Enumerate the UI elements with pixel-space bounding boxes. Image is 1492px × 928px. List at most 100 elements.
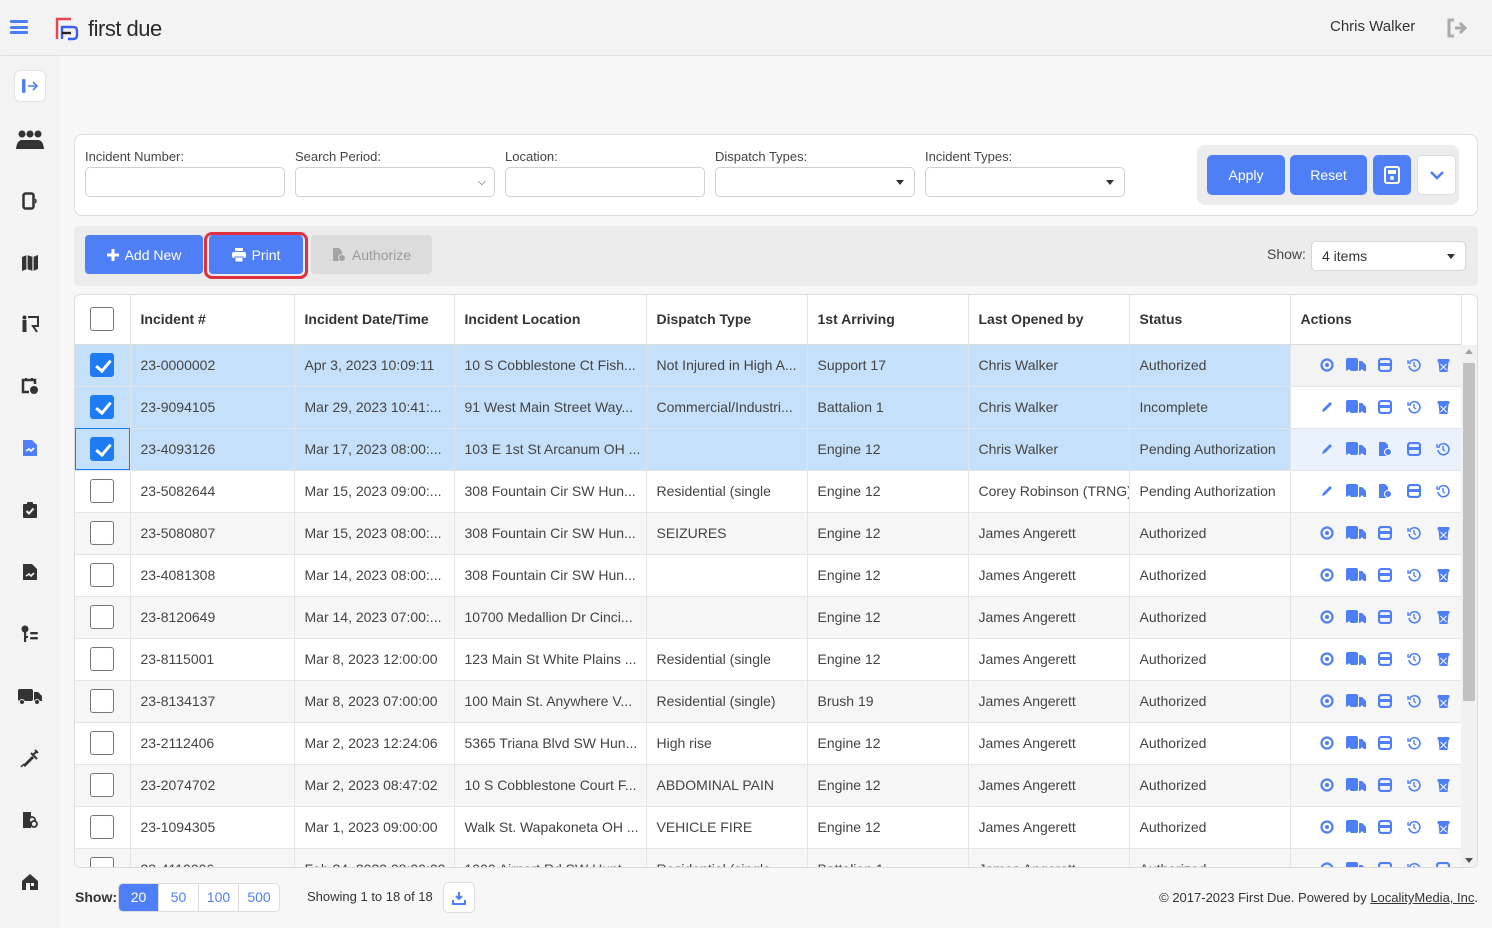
pencil-icon[interactable] (1313, 397, 1342, 417)
table-row[interactable]: 23-9094105 Mar 29, 2023 10:41:... 91 West … (75, 386, 1462, 429)
page-size-option[interactable]: 100 (199, 884, 239, 911)
table-row[interactable]: 23-0000002 Apr 3, 2023 10:09:11 10 S Cobbl… (75, 344, 1462, 387)
table-row[interactable]: 23-1094305 Mar 1, 2023 09:00:00 Walk St. W… (75, 806, 1462, 849)
trash-icon[interactable] (1429, 523, 1458, 543)
table-scrollbar[interactable] (1461, 345, 1477, 867)
search-period-select[interactable]: ⌵ (295, 167, 495, 197)
eye-icon[interactable] (1313, 607, 1342, 627)
select-all-checkbox[interactable] (90, 307, 114, 332)
column-header[interactable]: Last Opened by (968, 295, 1130, 345)
print-icon[interactable] (1371, 859, 1400, 867)
sidebar-toggle-button[interactable] (14, 70, 46, 102)
trash-icon[interactable] (1429, 355, 1458, 375)
sidebar-item-scheduling[interactable] (14, 370, 46, 402)
save-filter-button[interactable] (1373, 155, 1411, 195)
sidebar-item-training[interactable] (14, 308, 46, 340)
row-checkbox[interactable] (90, 647, 114, 671)
pencil-icon[interactable] (1313, 439, 1342, 459)
history-icon[interactable] (1400, 355, 1429, 375)
sidebar-item-devices[interactable] (14, 185, 46, 217)
trash-icon[interactable] (1429, 733, 1458, 753)
truck-icon[interactable] (1342, 397, 1371, 417)
table-row[interactable]: 23-5082644 Mar 15, 2023 09:00:... 308 Foun… (75, 470, 1462, 513)
print-icon[interactable] (1429, 859, 1458, 867)
export-button[interactable] (443, 882, 475, 913)
row-checkbox[interactable] (90, 437, 114, 461)
eye-icon[interactable] (1313, 817, 1342, 837)
apply-button[interactable]: Apply (1207, 155, 1285, 195)
row-checkbox[interactable] (90, 773, 114, 797)
file-check-icon[interactable] (1371, 439, 1400, 459)
history-icon[interactable] (1429, 439, 1458, 459)
table-row[interactable]: 23-2074702 Mar 2, 2023 08:47:02 10 S Cobbl… (75, 764, 1462, 807)
history-icon[interactable] (1400, 691, 1429, 711)
table-row[interactable]: 23-2112406 Mar 2, 2023 12:24:06 5365 Trian… (75, 722, 1462, 765)
table-row[interactable]: 23-4110006Feb 24, 2023 08:00:001000 Airp… (75, 848, 1462, 867)
trash-icon[interactable] (1429, 397, 1458, 417)
column-header[interactable]: Status (1129, 295, 1291, 345)
history-icon[interactable] (1400, 523, 1429, 543)
table-row[interactable]: 23-8115001 Mar 8, 2023 12:00:00 123 Main S… (75, 638, 1462, 681)
print-icon[interactable] (1400, 439, 1429, 459)
page-size-option[interactable]: 20 (119, 884, 159, 911)
table-row[interactable]: 23-8120649 Mar 14, 2023 07:00:... 10700 Me… (75, 596, 1462, 639)
eye-icon[interactable] (1313, 859, 1342, 867)
table-row[interactable]: 23-8134137 Mar 8, 2023 07:00:00 100 Main S… (75, 680, 1462, 723)
app-logo[interactable]: first due (55, 16, 162, 42)
trash-icon[interactable] (1429, 817, 1458, 837)
eye-icon[interactable] (1313, 775, 1342, 795)
truck-icon[interactable] (1342, 817, 1371, 837)
trash-icon[interactable] (1429, 775, 1458, 795)
eye-icon[interactable] (1313, 691, 1342, 711)
sidebar-item-documents[interactable] (14, 556, 46, 588)
eye-icon[interactable] (1313, 523, 1342, 543)
row-checkbox[interactable] (90, 815, 114, 839)
page-size-option[interactable]: 500 (239, 884, 279, 911)
history-icon[interactable] (1400, 733, 1429, 753)
truck-icon[interactable] (1342, 355, 1371, 375)
locality-media-link[interactable]: LocalityMedia, Inc (1370, 890, 1474, 905)
reset-button[interactable]: Reset (1290, 155, 1367, 195)
eye-icon[interactable] (1313, 355, 1342, 375)
logout-icon[interactable] (1446, 17, 1468, 39)
pencil-icon[interactable] (1313, 481, 1342, 501)
dispatch-types-select[interactable] (715, 167, 915, 197)
expand-filters-button[interactable] (1417, 155, 1456, 195)
hamburger-menu-icon[interactable] (10, 20, 28, 34)
history-icon[interactable] (1400, 397, 1429, 417)
truck-icon[interactable] (1342, 565, 1371, 585)
add-new-button[interactable]: Add New (85, 235, 203, 274)
row-checkbox[interactable] (90, 521, 114, 545)
history-icon[interactable] (1400, 649, 1429, 669)
row-checkbox[interactable] (90, 689, 114, 713)
history-icon[interactable] (1400, 565, 1429, 585)
print-icon[interactable] (1371, 649, 1400, 669)
show-items-select[interactable]: 4 items (1311, 241, 1466, 271)
incident-types-select[interactable] (925, 167, 1125, 197)
eye-icon[interactable] (1313, 733, 1342, 753)
column-header[interactable]: 1st Arriving (807, 295, 969, 345)
location-input[interactable] (505, 167, 705, 197)
trash-icon[interactable] (1429, 565, 1458, 585)
truck-icon[interactable] (1342, 481, 1371, 501)
print-icon[interactable] (1371, 523, 1400, 543)
history-icon[interactable] (1400, 817, 1429, 837)
truck-icon[interactable] (1342, 691, 1371, 711)
row-checkbox[interactable] (90, 605, 114, 629)
trash-icon[interactable] (1429, 691, 1458, 711)
print-icon[interactable] (1400, 481, 1429, 501)
incident-number-input[interactable] (85, 167, 285, 197)
truck-icon[interactable] (1342, 733, 1371, 753)
eye-icon[interactable] (1313, 649, 1342, 669)
table-row[interactable]: 23-5080807 Mar 15, 2023 08:00:... 308 Foun… (75, 512, 1462, 555)
sidebar-item-occupancy[interactable] (14, 804, 46, 836)
file-check-icon[interactable] (1371, 481, 1400, 501)
user-name[interactable]: Chris Walker (1330, 18, 1415, 35)
column-header[interactable]: Incident Location (454, 295, 647, 345)
column-header[interactable]: Incident # (130, 295, 295, 345)
row-checkbox[interactable] (90, 731, 114, 755)
sidebar-item-apparatus[interactable] (14, 680, 46, 712)
history-icon[interactable] (1429, 481, 1458, 501)
scrollbar-thumb[interactable] (1463, 363, 1475, 701)
sidebar-item-properties[interactable] (14, 866, 46, 898)
